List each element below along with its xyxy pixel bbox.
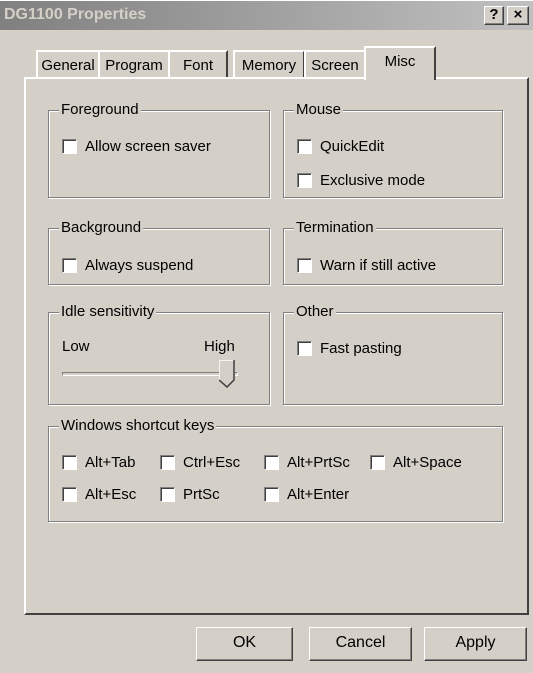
checkbox-box[interactable] — [370, 455, 385, 470]
alt-space-checkbox[interactable]: Alt+Space — [370, 454, 462, 471]
tab-font[interactable]: Font — [168, 50, 228, 78]
mouse-group-label: Mouse — [294, 101, 344, 119]
quickedit-checkbox[interactable]: QuickEdit — [297, 138, 384, 155]
checkbox-box[interactable] — [297, 341, 312, 356]
tab-program[interactable]: Program — [98, 50, 170, 78]
title-bar[interactable]: DG1100 Properties ? × — [0, 0, 533, 30]
checkbox-box[interactable] — [264, 487, 279, 502]
slider-low-label: Low — [62, 338, 90, 355]
checkbox-box[interactable] — [264, 455, 279, 470]
alt-prtsc-checkbox[interactable]: Alt+PrtSc — [264, 454, 350, 471]
background-group-label: Background — [59, 219, 144, 237]
checkbox-box[interactable] — [62, 455, 77, 470]
checkbox-box[interactable] — [297, 258, 312, 273]
termination-group-label: Termination — [294, 219, 376, 237]
allow-screen-saver-checkbox[interactable]: Allow screen saver — [62, 138, 211, 155]
tab-general[interactable]: General — [36, 50, 100, 78]
exclusive-mode-checkbox[interactable]: Exclusive mode — [297, 172, 425, 189]
checkbox-box[interactable] — [160, 487, 175, 502]
help-button[interactable]: ? — [484, 6, 504, 25]
checkbox-box[interactable] — [62, 487, 77, 502]
other-group: Other — [283, 303, 503, 405]
shortcut-keys-group-label: Windows shortcut keys — [59, 417, 217, 435]
foreground-group-label: Foreground — [59, 101, 141, 119]
checkbox-box[interactable] — [62, 258, 77, 273]
checkbox-box[interactable] — [160, 455, 175, 470]
tab-screen[interactable]: Screen — [304, 50, 366, 78]
idle-sensitivity-group-label: Idle sensitivity — [59, 303, 157, 321]
idle-sensitivity-slider-thumb[interactable] — [219, 360, 235, 388]
idle-sensitivity-slider-track[interactable] — [62, 372, 238, 376]
apply-button[interactable]: Apply — [424, 627, 527, 661]
alt-esc-checkbox[interactable]: Alt+Esc — [62, 486, 136, 503]
cancel-button[interactable]: Cancel — [309, 627, 412, 661]
alt-tab-checkbox[interactable]: Alt+Tab — [62, 454, 135, 471]
fast-pasting-checkbox[interactable]: Fast pasting — [297, 340, 402, 357]
warn-if-still-active-checkbox[interactable]: Warn if still active — [297, 257, 436, 274]
tab-memory[interactable]: Memory — [233, 50, 305, 78]
checkbox-box[interactable] — [297, 173, 312, 188]
prtsc-checkbox[interactable]: PrtSc — [160, 486, 220, 503]
ok-button[interactable]: OK — [196, 627, 293, 661]
close-button[interactable]: × — [507, 6, 529, 25]
checkbox-box[interactable] — [62, 139, 77, 154]
ctrl-esc-checkbox[interactable]: Ctrl+Esc — [160, 454, 240, 471]
slider-high-label: High — [204, 338, 235, 355]
idle-sensitivity-group: Idle sensitivity — [48, 303, 270, 405]
other-group-label: Other — [294, 303, 336, 321]
tab-misc[interactable]: Misc — [364, 46, 436, 80]
always-suspend-checkbox[interactable]: Always suspend — [62, 257, 193, 274]
shortcut-keys-group: Windows shortcut keys — [48, 417, 503, 522]
checkbox-box[interactable] — [297, 139, 312, 154]
alt-enter-checkbox[interactable]: Alt+Enter — [264, 486, 349, 503]
window-title: DG1100 Properties — [4, 6, 147, 23]
